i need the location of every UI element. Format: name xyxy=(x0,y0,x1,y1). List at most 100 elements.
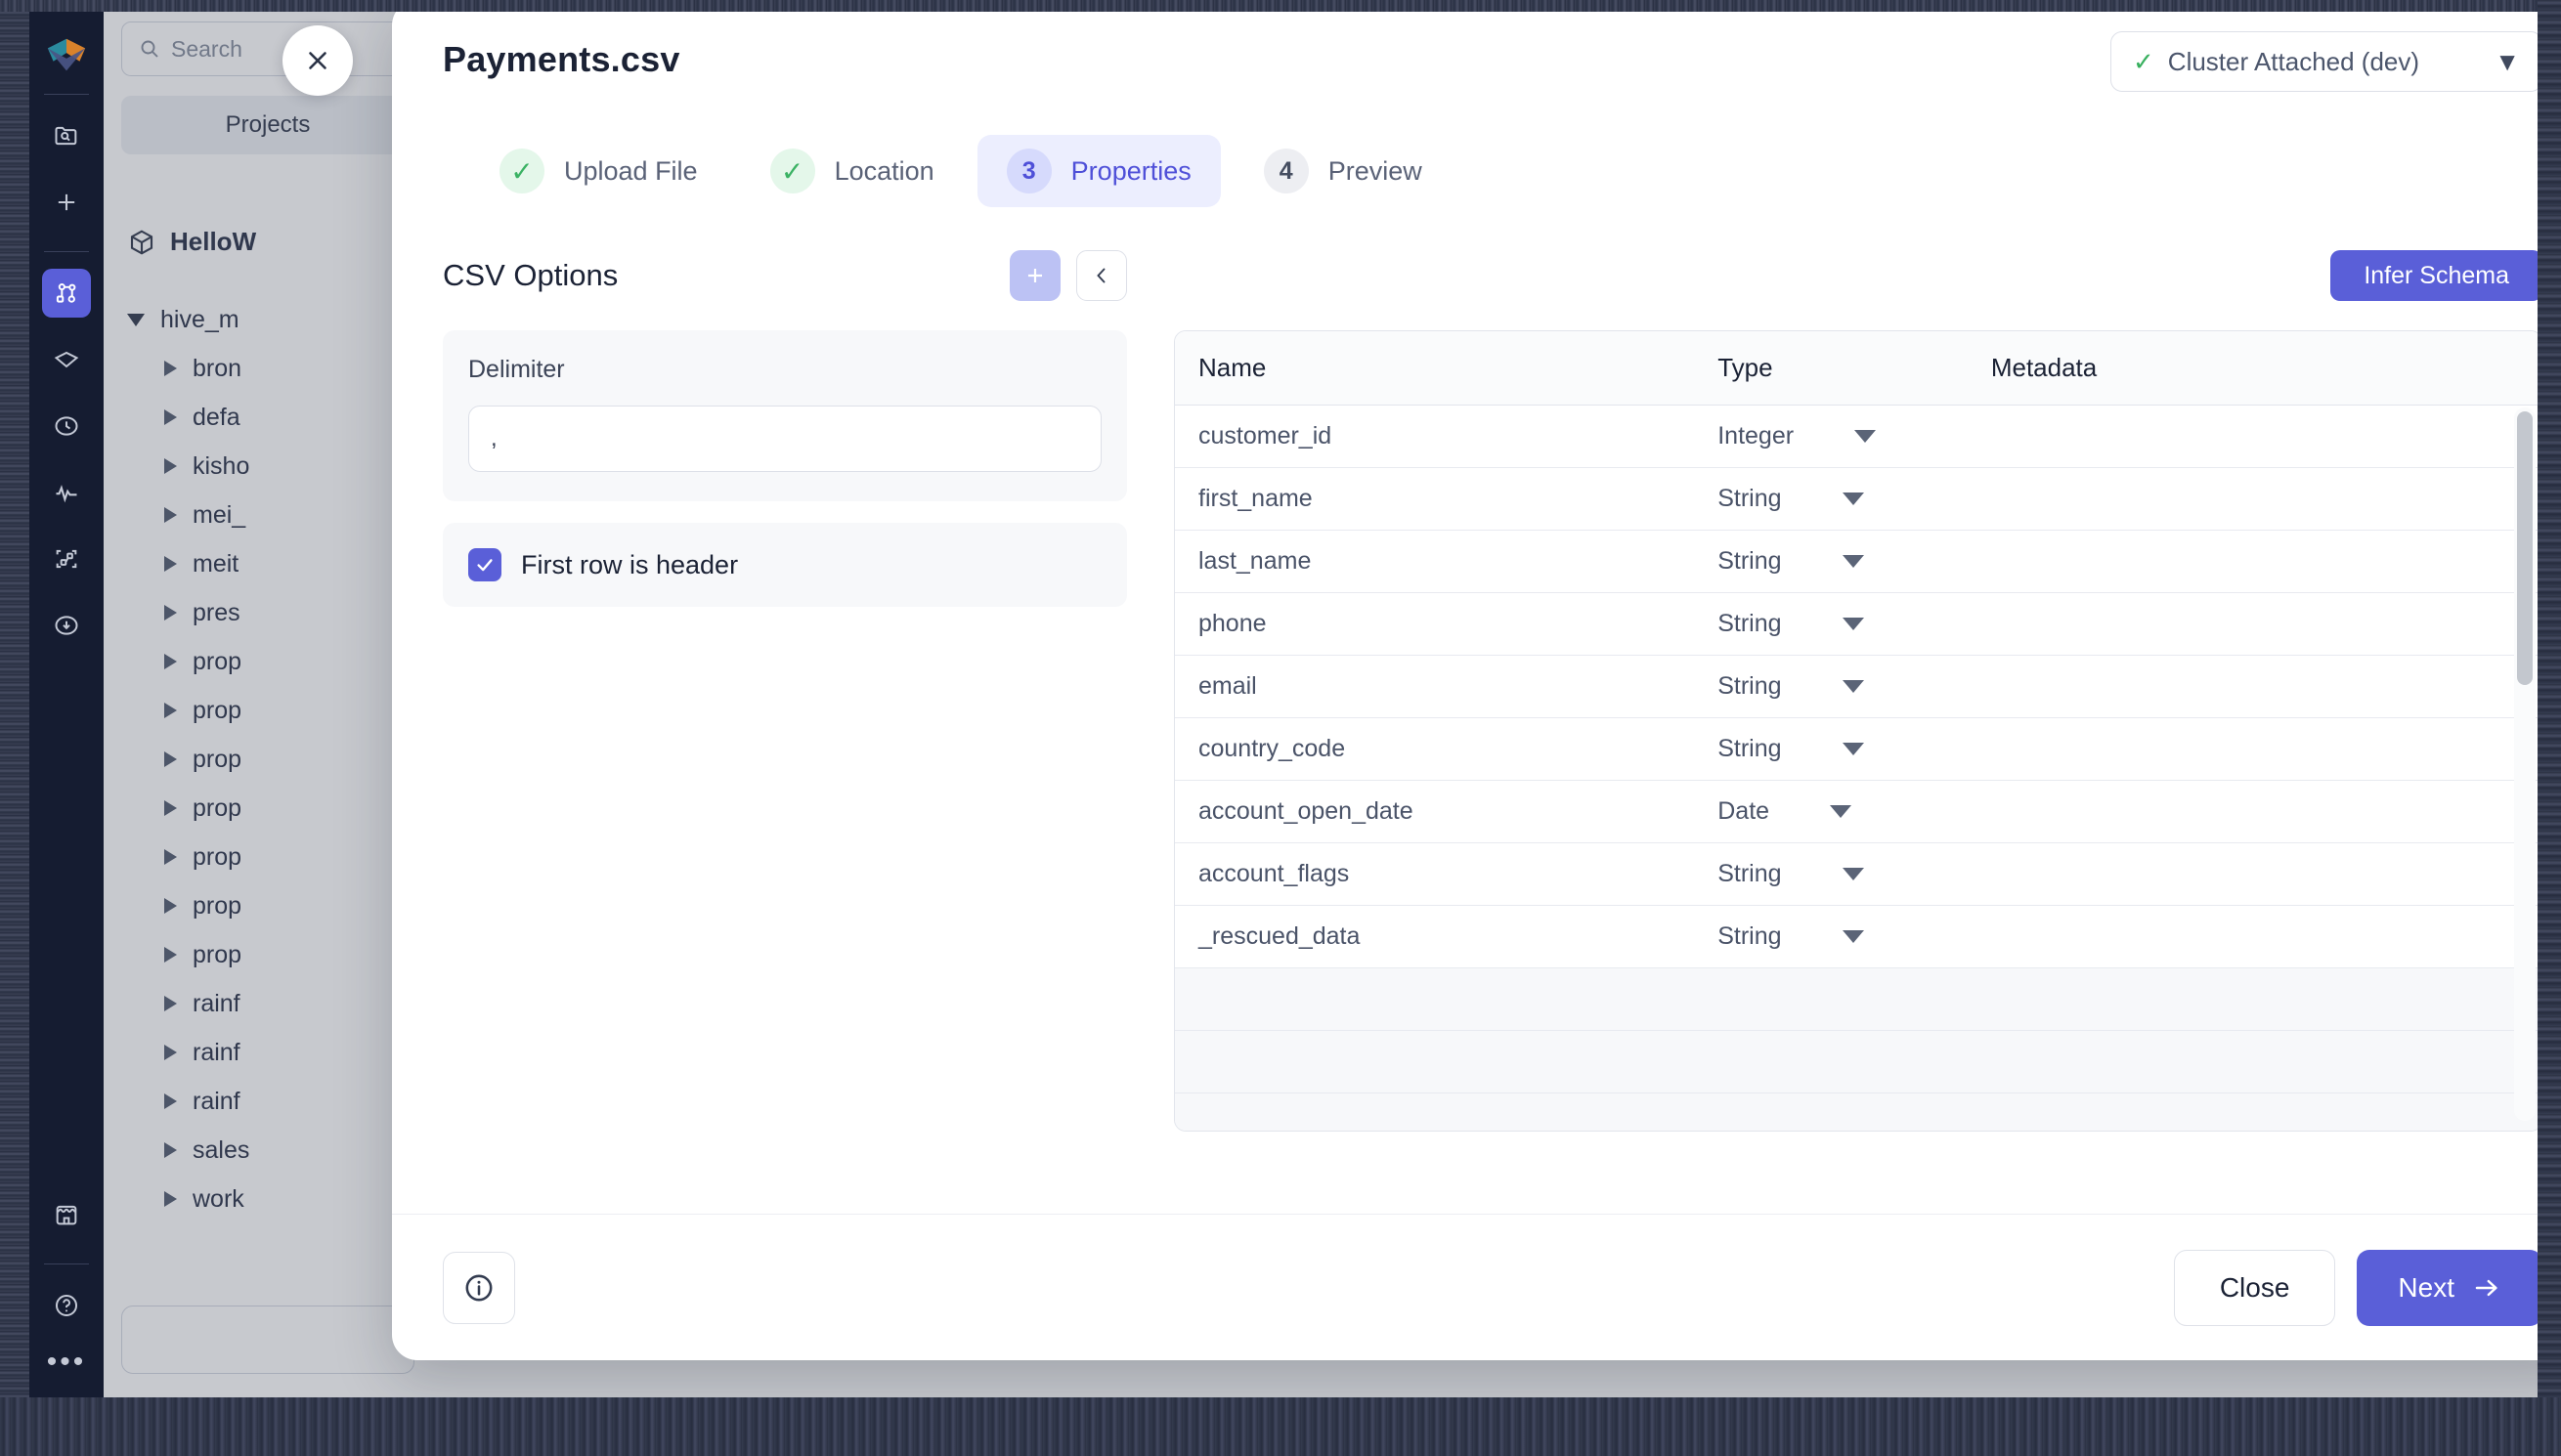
cell-metadata[interactable] xyxy=(1967,530,2538,593)
cell-name: email xyxy=(1175,655,1695,718)
type-value: String xyxy=(1717,735,1782,762)
scrollbar-thumb[interactable] xyxy=(2517,411,2533,685)
schema-pane: Infer Schema Name Type Metadata customer… xyxy=(1174,246,2538,1184)
close-icon[interactable] xyxy=(282,25,353,96)
table-row[interactable]: country_code String xyxy=(1175,717,2538,781)
infer-schema-button[interactable]: Infer Schema xyxy=(2330,250,2538,301)
table-row[interactable]: _rescued_data String xyxy=(1175,905,2538,968)
step-upload-file[interactable]: ✓ Upload File xyxy=(470,135,727,207)
plus-icon[interactable] xyxy=(42,178,91,227)
cell-name: account_open_date xyxy=(1175,780,1695,843)
type-value: Integer xyxy=(1717,422,1795,450)
table-row[interactable]: account_open_date Date xyxy=(1175,780,2538,843)
step-location[interactable]: ✓ Location xyxy=(741,135,964,207)
step-number: 4 xyxy=(1263,149,1309,193)
caret-down-icon[interactable] xyxy=(1842,930,1864,943)
csv-options-title: CSV Options xyxy=(443,258,619,292)
type-value: String xyxy=(1717,672,1782,700)
type-value: String xyxy=(1717,610,1782,637)
infer-schema-row: Infer Schema xyxy=(1174,246,2538,305)
download-circle-icon[interactable] xyxy=(42,601,91,650)
delimiter-label: Delimiter xyxy=(468,356,565,383)
table-row[interactable]: account_flags String xyxy=(1175,842,2538,906)
caret-down-icon[interactable] xyxy=(1842,743,1864,755)
column-header-metadata[interactable]: Metadata xyxy=(1967,331,2538,406)
cell-type[interactable]: String xyxy=(1694,592,1968,656)
step-label: Location xyxy=(834,155,934,186)
cell-metadata[interactable] xyxy=(1967,467,2538,531)
step-properties[interactable]: 3 Properties xyxy=(977,135,1221,207)
workflows-icon[interactable] xyxy=(42,269,91,318)
marketplace-icon[interactable] xyxy=(42,1190,91,1239)
cell-type[interactable]: String xyxy=(1694,655,1968,718)
step-label: Properties xyxy=(1070,155,1192,186)
caret-down-icon[interactable] xyxy=(1842,868,1864,880)
cell-metadata[interactable] xyxy=(1967,655,2538,718)
chevron-left-icon xyxy=(1097,268,1106,283)
clock-icon[interactable] xyxy=(42,402,91,450)
cell-type[interactable]: String xyxy=(1694,530,1968,593)
step-done-check-icon: ✓ xyxy=(499,149,544,193)
ellipsis-icon[interactable]: ••• xyxy=(47,1348,87,1377)
caret-down-icon[interactable] xyxy=(1842,680,1864,693)
step-preview[interactable]: 4 Preview xyxy=(1235,135,1452,207)
question-circle-icon[interactable] xyxy=(42,1281,91,1330)
type-value: String xyxy=(1717,860,1782,887)
cluster-selector[interactable]: ✓ Cluster Attached (dev) ▼ xyxy=(2110,31,2538,92)
modal-body: CSV Options Delimiter , First row is hea… xyxy=(392,246,2538,1184)
caret-down-icon[interactable] xyxy=(1842,618,1864,630)
pulse-icon[interactable] xyxy=(42,468,91,517)
cell-type[interactable]: String xyxy=(1694,842,1968,906)
step-number: 3 xyxy=(1006,149,1052,193)
cell-name: customer_id xyxy=(1175,405,1695,468)
close-button[interactable]: Close xyxy=(2173,1249,2336,1326)
delimiter-input[interactable]: , xyxy=(468,406,1102,472)
cell-metadata[interactable] xyxy=(1967,405,2538,468)
info-circle-icon[interactable] xyxy=(443,1251,515,1324)
table-row[interactable]: customer_id Integer xyxy=(1175,405,2538,468)
delimiter-option-card: Delimiter , xyxy=(443,330,1127,501)
cell-name: phone xyxy=(1175,592,1695,656)
caret-down-icon[interactable] xyxy=(1854,430,1877,443)
cell-type[interactable]: String xyxy=(1694,717,1968,781)
cell-metadata[interactable] xyxy=(1967,905,2538,968)
cell-type[interactable]: String xyxy=(1694,467,1968,531)
caret-down-icon[interactable] xyxy=(1830,805,1852,818)
nodes-square-icon[interactable] xyxy=(42,535,91,583)
cell-metadata[interactable] xyxy=(1967,780,2538,843)
cluster-label: Cluster Attached (dev) xyxy=(2167,46,2420,76)
table-row[interactable]: email String xyxy=(1175,655,2538,718)
cell-type[interactable]: Integer xyxy=(1694,405,1968,468)
table-row[interactable]: last_name String xyxy=(1175,530,2538,593)
check-icon: ✓ xyxy=(2133,47,2154,76)
column-header-type[interactable]: Type xyxy=(1694,331,1968,406)
cell-metadata[interactable] xyxy=(1967,717,2538,781)
first-row-header-checkbox[interactable] xyxy=(468,548,501,581)
column-header-name[interactable]: Name xyxy=(1175,331,1695,406)
table-row[interactable]: first_name String xyxy=(1175,467,2538,531)
cell-name: country_code xyxy=(1175,717,1695,781)
diamond-icon[interactable] xyxy=(42,335,91,384)
add-option-button[interactable] xyxy=(1010,250,1061,301)
step-label: Preview xyxy=(1327,155,1422,186)
caret-down-icon[interactable] xyxy=(1842,492,1864,505)
first-row-header-card: First row is header xyxy=(443,523,1127,607)
next-button[interactable]: Next xyxy=(2357,1249,2538,1326)
cell-name: account_flags xyxy=(1175,842,1695,906)
cell-name: last_name xyxy=(1175,530,1695,593)
type-value: Date xyxy=(1717,797,1770,825)
catalog-search-icon[interactable] xyxy=(42,111,91,160)
cell-type[interactable]: String xyxy=(1694,905,1968,968)
table-row-empty xyxy=(1175,1092,2538,1131)
schema-table-scrollbar[interactable] xyxy=(2514,407,2536,1121)
cell-type[interactable]: Date xyxy=(1694,780,1968,843)
cell-metadata[interactable] xyxy=(1967,842,2538,906)
cell-metadata[interactable] xyxy=(1967,592,2538,656)
first-row-header-label: First row is header xyxy=(521,549,739,579)
databricks-logo-icon[interactable] xyxy=(44,33,89,78)
collapse-panel-button[interactable] xyxy=(1076,250,1127,301)
table-row[interactable]: phone String xyxy=(1175,592,2538,656)
chevron-down-icon[interactable]: ▼ xyxy=(2495,47,2520,77)
caret-down-icon[interactable] xyxy=(1842,555,1864,568)
modal-header: Payments.csv ✓ Cluster Attached (dev) ▼ … xyxy=(392,12,2538,207)
